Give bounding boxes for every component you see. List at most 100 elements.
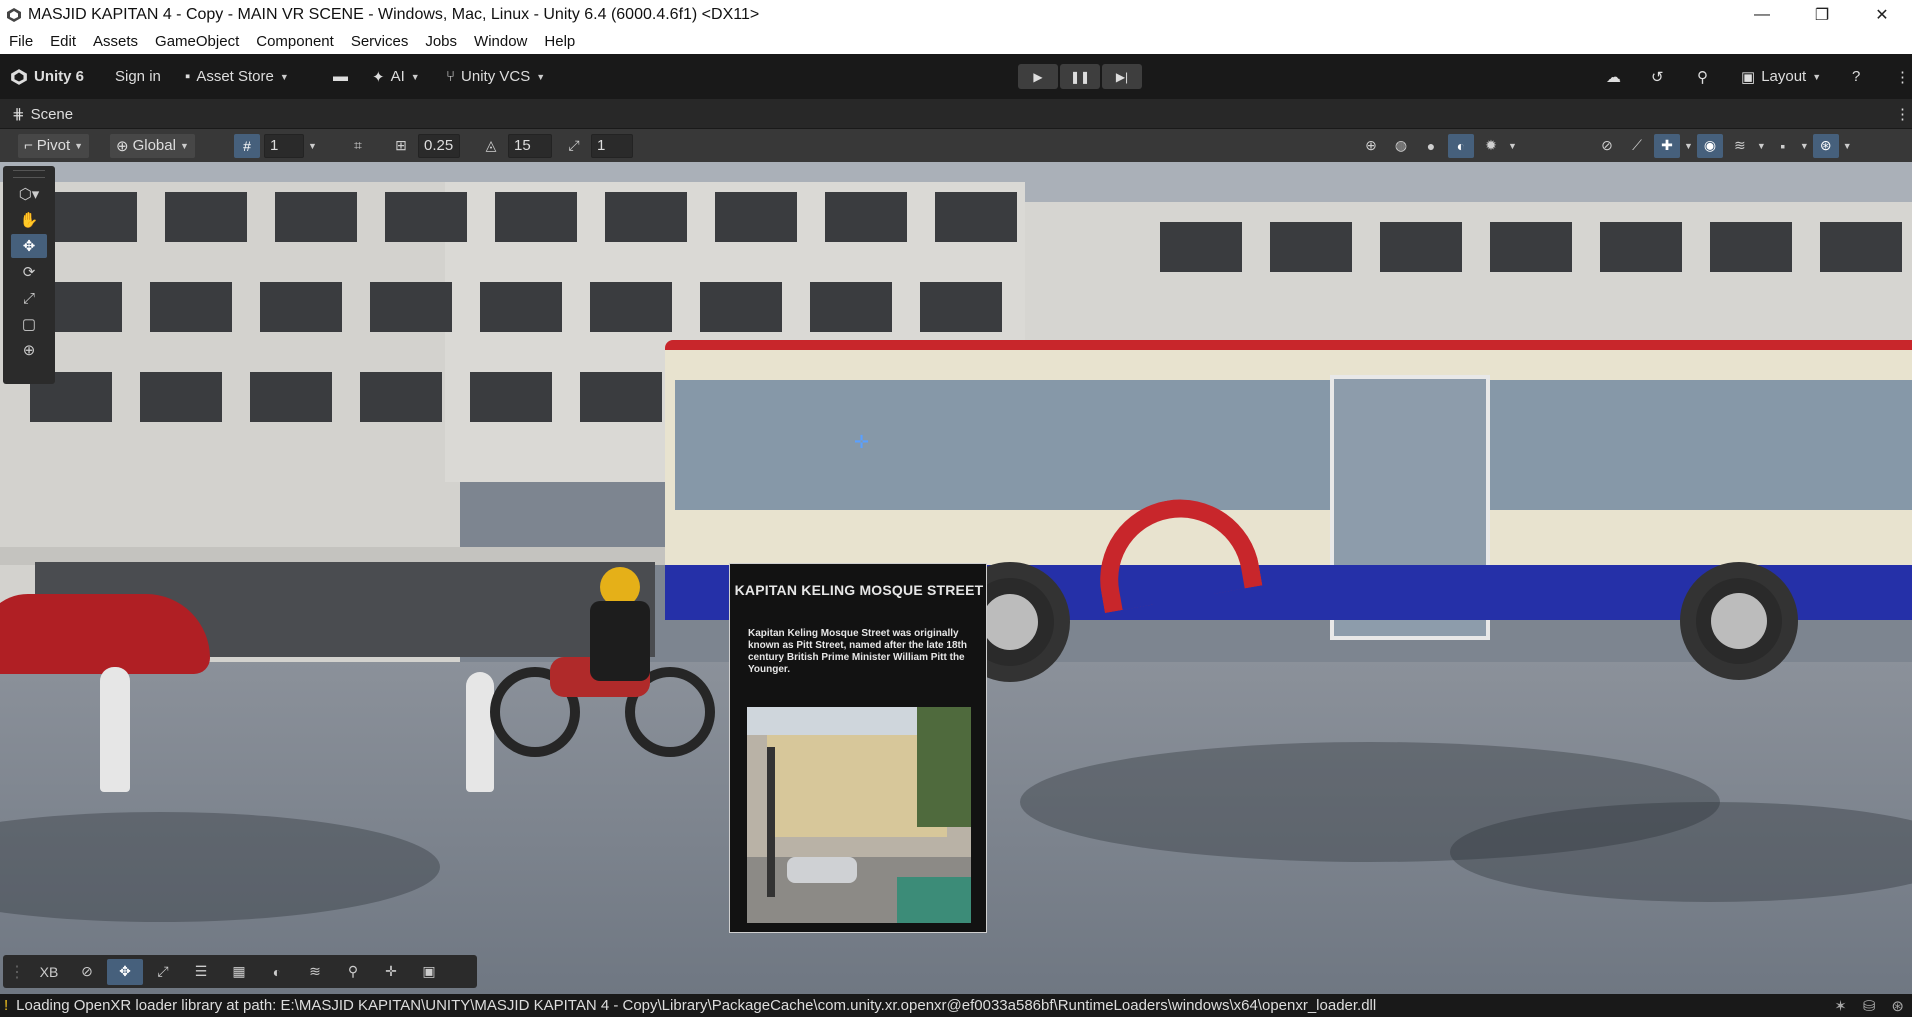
move-icon: ✥: [119, 963, 131, 979]
pan-overlay-button[interactable]: ✛: [373, 959, 409, 985]
sign-in-button[interactable]: Sign in: [115, 54, 161, 99]
grid-overlay-button[interactable]: ▦: [221, 959, 257, 985]
search-overlay-button[interactable]: ⚲: [335, 959, 371, 985]
layers-button[interactable]: ≋: [1727, 134, 1753, 158]
shaded-wireframe-icon: ◍: [1394, 137, 1408, 153]
wireframe-mode-button[interactable]: ⊕: [1358, 134, 1384, 158]
scale-snap-field[interactable]: 1: [591, 133, 633, 158]
chevron-down-icon[interactable]: ▼: [1800, 141, 1809, 151]
transform-tool-button[interactable]: ⊕: [11, 338, 47, 362]
chevron-down-icon[interactable]: ▼: [1843, 141, 1852, 151]
menu-window[interactable]: Window: [465, 33, 535, 50]
increment-snap-toggle[interactable]: ⊞: [388, 134, 414, 158]
tab-options-button[interactable]: ⋮: [1895, 105, 1910, 123]
display-overlay-button[interactable]: ▣: [411, 959, 447, 985]
grid-toggle[interactable]: #: [234, 133, 260, 158]
info-panel-title: KAPITAN KELING MOSQUE STREET: [734, 582, 984, 598]
scene-viewport[interactable]: KAPITAN KELING MOSQUE STREET Kapitan Kel…: [0, 162, 1912, 994]
pause-button[interactable]: ❚❚: [1060, 64, 1100, 89]
debug-draw-button[interactable]: ✹: [1478, 134, 1504, 158]
chevron-down-icon[interactable]: ▼: [1684, 141, 1693, 151]
help-button[interactable]: ?: [1852, 54, 1860, 99]
info-panel[interactable]: KAPITAN KELING MOSQUE STREET Kapitan Kel…: [729, 563, 987, 933]
play-controls: ▶ ❚❚ ▶|: [1018, 64, 1142, 89]
chevron-down-icon[interactable]: ▼: [308, 141, 317, 151]
shaded-wireframe-button[interactable]: ◍: [1388, 134, 1414, 158]
layout-dropdown[interactable]: ▣ Layout ▼: [1741, 54, 1821, 99]
search-button[interactable]: ⚲: [1697, 54, 1708, 99]
hand-tool-button[interactable]: ✋: [11, 208, 47, 232]
compass-button[interactable]: ⊘: [69, 959, 105, 985]
global-dropdown[interactable]: ⊕ Global ▼: [110, 133, 195, 158]
menu-jobs[interactable]: Jobs: [416, 33, 465, 50]
scale-tool-button[interactable]: ⤢: [11, 286, 47, 310]
building-window: [1380, 222, 1462, 272]
move-tool-button[interactable]: ✥: [11, 234, 47, 258]
chevron-down-icon: ▼: [1812, 71, 1822, 82]
asset-store-button[interactable]: ▪ Asset Store ▼: [185, 54, 289, 99]
menu-file[interactable]: File: [0, 33, 41, 50]
building-window: [55, 192, 137, 242]
chevron-down-icon[interactable]: ▼: [1757, 141, 1766, 151]
minimize-button[interactable]: —: [1732, 0, 1792, 29]
archive-icon: ▬: [333, 68, 348, 85]
play-button[interactable]: ▶: [1018, 64, 1058, 89]
gizmos-button[interactable]: ⊛: [1812, 133, 1839, 158]
building-window: [590, 282, 672, 332]
tab-scene[interactable]: ⋕ Scene: [12, 105, 73, 124]
progress-icon[interactable]: ⛁: [1863, 997, 1876, 1015]
chevron-down-icon[interactable]: ▼: [1508, 141, 1517, 151]
status-message[interactable]: Loading OpenXR loader library at path: E…: [16, 997, 1826, 1014]
rotate-snap-field[interactable]: 15: [508, 133, 552, 158]
info-panel-photo: [747, 707, 971, 923]
menu-help[interactable]: Help: [535, 33, 583, 50]
rotate-tool-button[interactable]: ⟳: [11, 260, 47, 284]
grid-snap-toggle[interactable]: ⌗: [345, 134, 371, 158]
maximize-button[interactable]: ❐: [1792, 0, 1852, 29]
grid-size-field[interactable]: 1: [264, 133, 304, 158]
layers-overlay-button[interactable]: ≋: [297, 959, 333, 985]
align-overlay-button[interactable]: ☰: [183, 959, 219, 985]
rect-tool-button[interactable]: ▢: [11, 312, 47, 336]
2d-toggle-button[interactable]: ⊘: [1594, 134, 1620, 158]
menu-services[interactable]: Services: [342, 33, 417, 50]
close-button[interactable]: ✕: [1852, 0, 1912, 29]
move-gizmo[interactable]: ✛: [854, 432, 869, 453]
info-icon: !: [4, 997, 9, 1014]
menu-assets[interactable]: Assets: [84, 33, 146, 50]
archive-button[interactable]: ▬: [333, 54, 348, 99]
overlay-drag-handle[interactable]: [13, 170, 45, 178]
pivot-dropdown[interactable]: ⌐ Pivot ▼: [18, 133, 90, 158]
audio-toggle-button[interactable]: ⟋: [1624, 134, 1650, 158]
overlay-grip-icon[interactable]: ⋮: [9, 962, 25, 982]
cloud-button[interactable]: ☁: [1606, 54, 1621, 99]
lit-mode-button[interactable]: ◐: [1448, 133, 1474, 158]
increment-snap-field[interactable]: 0.25: [418, 133, 460, 158]
history-button[interactable]: ↺: [1651, 54, 1664, 99]
scale-snap-toggle[interactable]: ⤢: [561, 134, 587, 158]
menu-gameobject[interactable]: GameObject: [146, 33, 247, 50]
unity-account-button[interactable]: Unity 6: [10, 54, 84, 99]
effects-toggle-button[interactable]: ✚: [1654, 133, 1680, 158]
camera-settings-button[interactable]: ▪: [1770, 134, 1796, 158]
view-options-button[interactable]: ⬡▾: [11, 182, 47, 206]
scale-overlay-button[interactable]: ⤢: [145, 959, 181, 985]
building-window: [470, 372, 552, 422]
debug-icon[interactable]: ✶: [1834, 997, 1847, 1015]
info-panel-body: Kapitan Keling Mosque Street was origina…: [748, 628, 967, 675]
camera-icon: ▪: [1780, 137, 1786, 154]
sparkle-icon: ✦: [372, 68, 385, 86]
rotate-snap-toggle[interactable]: ◬: [478, 134, 504, 158]
shaded-mode-button[interactable]: ●: [1418, 134, 1444, 158]
xb-button[interactable]: XB: [31, 959, 67, 985]
menu-edit[interactable]: Edit: [41, 33, 84, 50]
move-overlay-button[interactable]: ✥: [107, 958, 143, 985]
visibility-toggle-button[interactable]: ◉: [1696, 133, 1723, 158]
ai-button[interactable]: ✦ AI ▼: [372, 54, 420, 99]
lighting-overlay-button[interactable]: ◐: [259, 959, 295, 985]
step-button[interactable]: ▶|: [1102, 64, 1142, 89]
collab-icon[interactable]: ⊛: [1891, 997, 1904, 1015]
more-menu-button[interactable]: ⋮: [1895, 54, 1910, 99]
menu-component[interactable]: Component: [247, 33, 342, 50]
unity-vcs-button[interactable]: ⑂ Unity VCS ▼: [446, 54, 545, 99]
